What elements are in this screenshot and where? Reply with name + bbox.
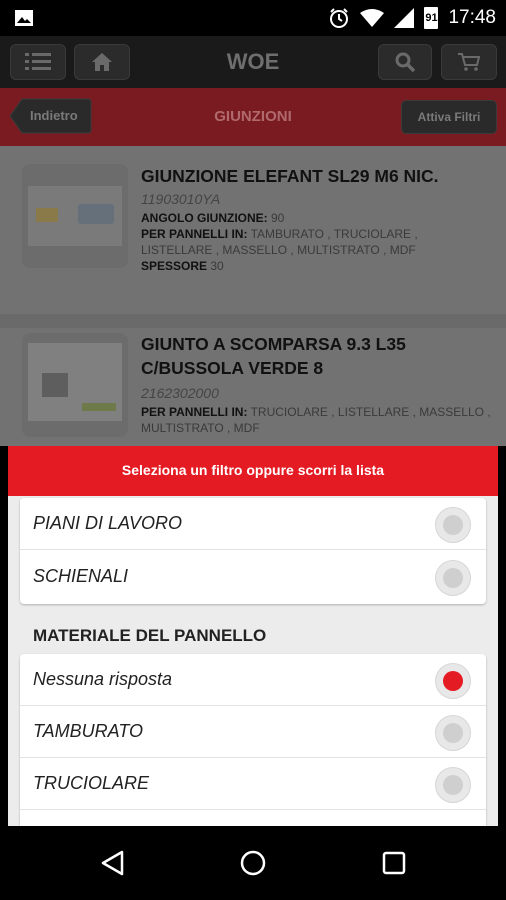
product-image [22,333,128,437]
filter-option[interactable]: TRUCIOLARE [20,758,486,810]
filter-option-label: Nessuna risposta [33,669,173,689]
radio-button[interactable] [435,560,471,596]
radio-button[interactable] [435,715,471,751]
back-button-label: Indietro [30,108,78,123]
filter-option-label: TAMBURATO [33,721,144,741]
back-button[interactable]: Indietro [10,98,92,134]
battery-level: 91 [425,12,438,24]
product-item[interactable]: GIUNTO A SCOMPARSA 9.3 L35 C/BUSSOLA VER… [0,328,506,446]
nav-back-button[interactable] [93,843,133,883]
product-name: GIUNZIONE ELEFANT SL29 M6 NIC. [141,166,439,186]
app-title: WOE [226,49,280,74]
product-code: 11903010YA [141,191,221,207]
cart-button[interactable] [441,44,497,80]
filter-option[interactable]: TAMBURATO [20,706,486,758]
filter-option-label: PIANI DI LAVORO [33,513,183,533]
product-image [22,164,128,268]
product-attributes: PER PANNELLI IN: TRUCIOLARE , LISTELLARE… [141,404,491,436]
radio-button[interactable] [435,507,471,543]
cell-signal-icon [394,8,415,28]
nav-recents-button[interactable] [374,843,414,883]
filter-option-group: Nessuna risposta TAMBURATO TRUCIOLARE [20,654,486,826]
product-name: GIUNTO A SCOMPARSA 9.3 L35 C/BUSSOLA VER… [141,334,406,378]
back-triangle-icon [101,850,124,876]
battery-icon: 91 [424,7,439,29]
filter-sheet: Seleziona un filtro oppure scorri la lis… [8,446,498,826]
attribute-row: PER PANNELLI IN: TRUCIOLARE , LISTELLARE… [141,405,491,435]
radio-button-selected[interactable] [435,663,471,699]
filter-option[interactable]: Nessuna risposta [20,654,486,706]
nav-home-button[interactable] [233,843,273,883]
category-title: GIUNZIONI [214,108,292,125]
home-circle-icon [240,850,266,876]
system-nav-bar [0,826,506,900]
app-bar: WOE [0,36,506,88]
search-icon [395,52,416,73]
product-attributes: ANGOLO GIUNZIONE: 90 PER PANNELLI IN: TA… [141,210,491,274]
clock: 17:48 [448,7,496,28]
menu-icon [25,53,51,70]
filter-option-label: TRUCIOLARE [33,773,150,793]
attribute-row: PER PANNELLI IN: TAMBURATO , TRUCIOLARE … [141,227,418,257]
product-list: GIUNZIONE ELEFANT SL29 M6 NIC. 11903010Y… [0,146,506,446]
product-item[interactable]: GIUNZIONE ELEFANT SL29 M6 NIC. 11903010Y… [0,146,506,314]
filter-option[interactable]: SCHIENALI [20,551,486,603]
attribute-row: SPESSORE 30 [141,259,224,273]
home-button[interactable] [74,44,130,80]
activate-filters-button[interactable]: Attiva Filtri [401,100,497,134]
product-code: 2162302000 [141,385,219,401]
recents-square-icon [382,851,406,875]
menu-button[interactable] [10,44,66,80]
search-button[interactable] [378,44,432,80]
filter-option[interactable]: PIANI DI LAVORO [20,498,486,550]
filter-option-label: SCHIENALI [33,566,129,586]
wifi-icon [360,9,385,27]
filter-sheet-header: Seleziona un filtro oppure scorri la lis… [8,446,498,496]
category-header: Indietro GIUNZIONI Attiva Filtri [0,88,506,146]
attribute-row: ANGOLO GIUNZIONE: 90 [141,211,285,225]
gallery-notification-icon [15,10,33,26]
filter-section-title: MATERIALE DEL PANNELLO [33,626,267,645]
list-divider [0,314,506,328]
filter-option-group: PIANI DI LAVORO SCHIENALI [20,498,486,604]
alarm-icon [330,8,349,28]
cart-icon [458,53,481,71]
radio-button[interactable] [435,767,471,803]
home-icon [92,53,112,71]
status-bar: 91 17:48 [0,0,506,36]
